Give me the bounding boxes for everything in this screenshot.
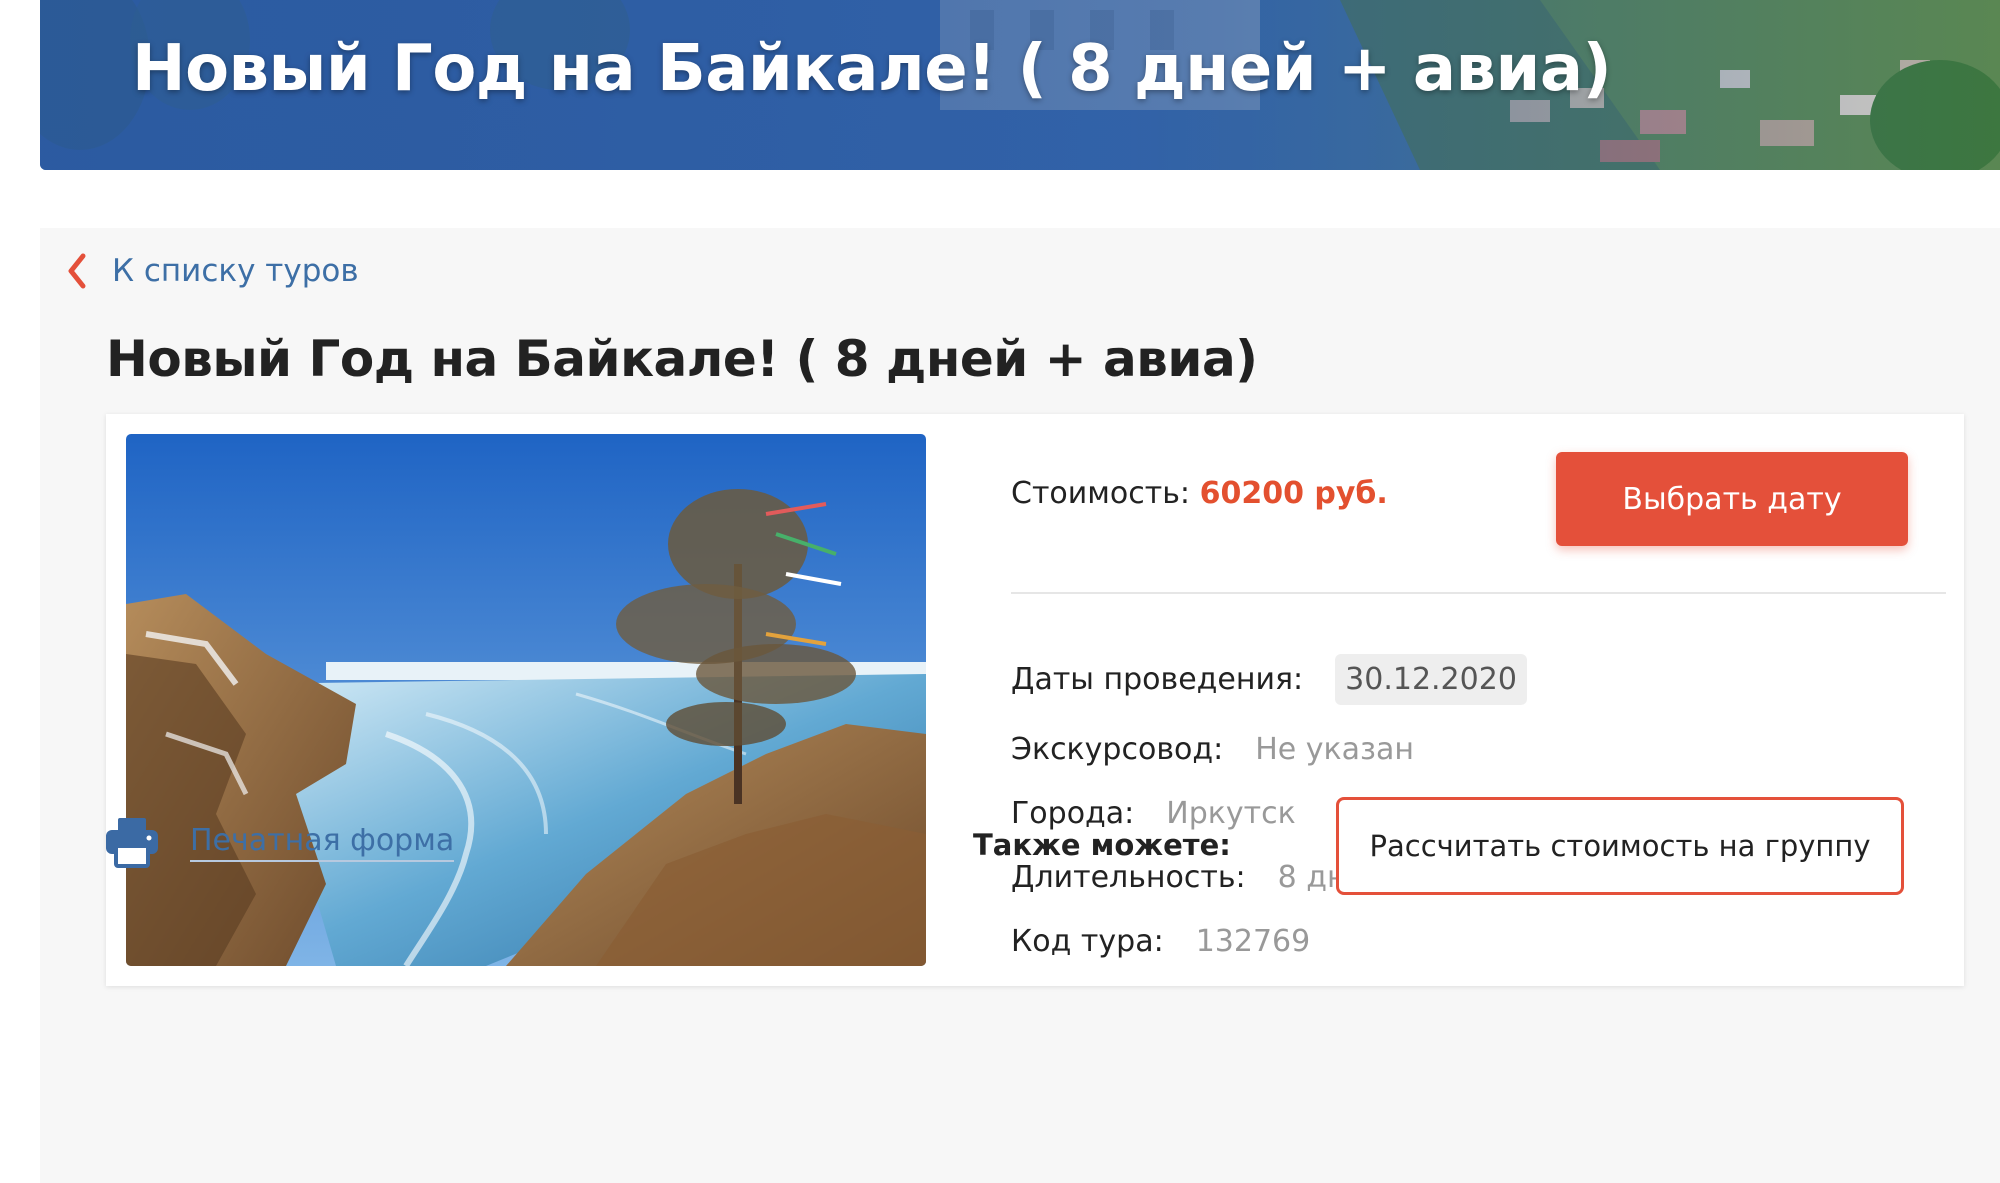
tour-card: Стоимость: 60200 руб. Выбрать дату Даты … [106,414,1964,986]
tour-photo [126,434,926,966]
price-row: Стоимость: 60200 руб. [1011,476,1388,511]
code-row: Код тура: 132769 [1011,924,1310,959]
back-link-label: К списку туров [112,253,359,289]
hero-title: Новый Год на Байкале! ( 8 дней + авиа) [132,32,1612,106]
duration-label: Длительность: [1011,860,1246,895]
tour-title: Новый Год на Байкале! ( 8 дней + авиа) [106,330,1258,388]
dates-value: 30.12.2020 [1335,654,1527,705]
back-to-tours-link[interactable]: К списку туров [66,252,359,290]
cities-label: Города: [1011,796,1135,831]
hero-banner: Новый Год на Байкале! ( 8 дней + авиа) [40,0,2000,170]
also-can-label: Также можете: [973,828,1231,862]
divider [1011,592,1946,594]
cities-row: Города: Иркутск [1011,796,1296,831]
select-date-button[interactable]: Выбрать дату [1556,452,1908,546]
dates-label: Даты проведения: [1011,662,1304,697]
tour-panel: К списку туров Новый Год на Байкале! ( 8… [40,228,2000,1183]
calculate-group-price-button[interactable]: Рассчитать стоимость на группу [1336,797,1904,895]
guide-row: Экскурсовод: Не указан [1011,732,1414,767]
guide-label: Экскурсовод: [1011,732,1224,767]
chevron-left-icon [68,253,86,289]
dates-row: Даты проведения: 30.12.2020 [1011,654,1527,705]
baikal-photo-image [126,434,926,966]
printer-icon [106,818,158,868]
price-label: Стоимость: [1011,476,1191,511]
code-label: Код тура: [1011,924,1164,959]
duration-row: Длительность: 8 дней [1011,860,1385,895]
tour-info: Стоимость: 60200 руб. Выбрать дату Даты … [1011,414,1946,986]
price-value: 60200 руб. [1199,476,1388,511]
cities-value: Иркутск [1166,796,1296,831]
print-form-link[interactable]: Печатная форма [104,816,455,868]
guide-value: Не указан [1255,732,1414,767]
code-value: 132769 [1195,924,1311,959]
print-form-label: Печатная форма [190,823,455,862]
